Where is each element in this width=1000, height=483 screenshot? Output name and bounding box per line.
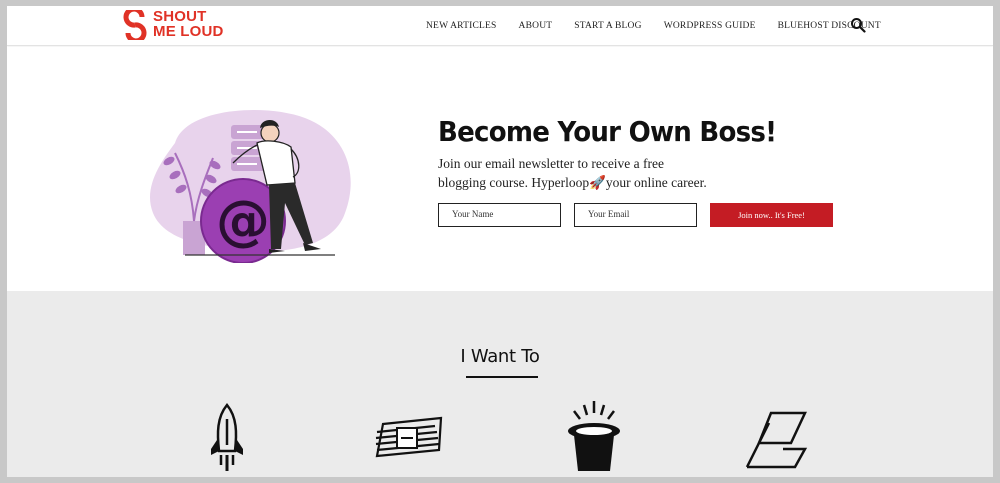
newsletter-hero: @ Become Your Own Boss! Join our email n… <box>7 47 993 291</box>
hero-description-line-1: Join our email newsletter to receive a f… <box>438 156 665 171</box>
main-nav: NEW ARTICLES ABOUT START A BLOG WORDPRES… <box>426 6 881 46</box>
hero-description-line-2: blogging course. Hyperloop🚀your online c… <box>438 175 707 190</box>
nav-wordpress-guide[interactable]: WORDPRESS GUIDE <box>664 21 756 31</box>
logo-text: SHOUT ME LOUD <box>153 9 224 39</box>
blog-platform-icon[interactable] <box>745 409 811 469</box>
i-want-to-section: I Want To <box>7 291 993 477</box>
name-input[interactable]: Your Name <box>438 203 561 227</box>
money-stack-icon[interactable] <box>373 416 445 460</box>
site-header: SHOUT ME LOUD NEW ARTICLES ABOUT START A… <box>7 6 993 46</box>
svg-text:@: @ <box>216 189 270 252</box>
nav-new-articles[interactable]: NEW ARTICLES <box>426 21 497 31</box>
rocket-icon[interactable] <box>207 403 247 473</box>
hero-title: Become Your Own Boss! <box>438 115 777 148</box>
logo-line-2: ME LOUD <box>153 23 224 40</box>
search-icon[interactable] <box>850 17 866 33</box>
logo-mark-icon <box>123 10 147 40</box>
site-logo[interactable]: SHOUT ME LOUD <box>123 9 243 43</box>
nav-about[interactable]: ABOUT <box>519 21 553 31</box>
browser-viewport: SHOUT ME LOUD NEW ARTICLES ABOUT START A… <box>7 6 993 477</box>
hero-description: Join our email newsletter to receive a f… <box>438 154 738 192</box>
man-leaning-on-at-sign-illustration: @ <box>150 110 351 263</box>
title-underline <box>466 376 538 378</box>
magic-hat-icon[interactable] <box>564 399 624 475</box>
email-input[interactable]: Your Email <box>574 203 697 227</box>
newsletter-form: Your Name Your Email Join now.. It's Fre… <box>438 203 838 227</box>
nav-start-a-blog[interactable]: START A BLOG <box>574 21 641 31</box>
section-title: I Want To <box>460 346 540 367</box>
logo-line-1: SHOUT <box>153 8 207 25</box>
join-now-button[interactable]: Join now.. It's Free! <box>710 203 833 227</box>
